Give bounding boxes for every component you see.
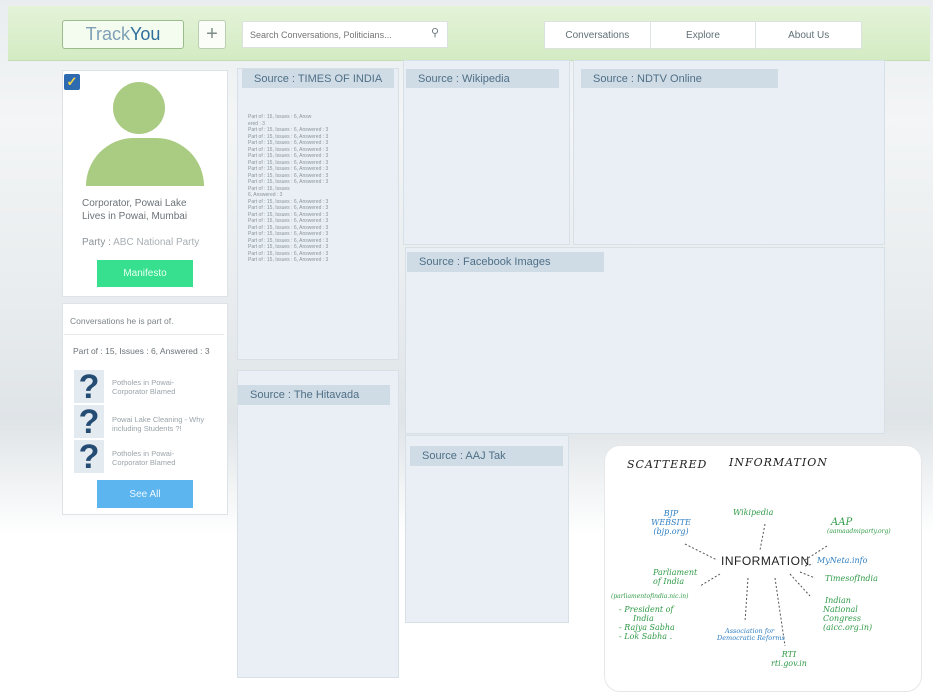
note-line: (parliamentofindia.nic.in): [611, 593, 689, 600]
profile-role: Corporator, Powai Lake: [82, 198, 187, 209]
party-value: ABC National Party: [113, 237, 200, 248]
search-bar[interactable]: ⚲: [242, 21, 448, 48]
conversation-item[interactable]: Potholes in Powai- Corporator Blamed: [112, 378, 222, 396]
note-line: AAP: [831, 517, 853, 528]
source-label-hitavada[interactable]: Source : The Hitavada: [238, 385, 390, 405]
main-nav: Conversations Explore About Us: [544, 21, 862, 49]
note-line: RTI: [781, 650, 797, 659]
inc-note: Indian National Congress (aicc.org.in): [823, 596, 872, 632]
nav-explore[interactable]: Explore: [651, 22, 757, 48]
parliament-note: Parliament of India (parliamentofindia.n…: [611, 568, 721, 641]
source-label-times[interactable]: Source : TIMES OF INDIA: [242, 69, 394, 88]
source-label-wikipedia[interactable]: Source : Wikipedia: [406, 69, 559, 88]
bjp-note: BJP WEBSITE (bjp.org): [651, 509, 691, 536]
conversation-item-line: Powai Lake Cleaning - Why: [112, 415, 205, 424]
note-line: India: [633, 614, 654, 623]
source-panel-facebook: [405, 247, 885, 434]
search-icon[interactable]: ⚲: [431, 26, 439, 39]
note-line: BJP: [663, 509, 679, 518]
party-line: Party : ABC National Party: [82, 237, 199, 248]
note-line: - President of: [619, 605, 674, 614]
aap-note: AAP (aamaadmiparty.org): [827, 518, 891, 536]
trackyou-logo[interactable]: Track You: [62, 20, 184, 49]
note-line: (aamaadmiparty.org): [827, 528, 891, 535]
manifesto-button[interactable]: Manifesto: [97, 260, 193, 287]
times-excerpts: Part of : 15, Issues : 6, Answ ered : 3 Pa…: [248, 114, 393, 264]
adr-note: Association for Democratic Reforms: [717, 628, 785, 642]
note-line: of India: [653, 577, 685, 586]
conversation-item[interactable]: Powai Lake Cleaning - Why including Stud…: [112, 415, 222, 433]
note-line: (aicc.org.in): [823, 623, 873, 632]
question-icon: ?: [74, 405, 104, 439]
plus-icon: +: [206, 23, 218, 45]
conversation-item-line: including Students ?!: [112, 424, 182, 433]
conversation-item-line: Corporator Blamed: [112, 387, 176, 396]
source-label-ndtv[interactable]: Source : NDTV Online: [581, 69, 778, 88]
add-button[interactable]: +: [198, 20, 226, 49]
note-line: Democratic Reforms: [717, 634, 785, 642]
note-line: - Rajya Sabha: [619, 623, 675, 632]
conversations-title: Conversations he is part of.: [70, 316, 174, 326]
myneta-note: MyNeta.info: [817, 556, 868, 565]
checkbox[interactable]: ✓: [64, 74, 80, 90]
conversation-item-line: Potholes in Powai-: [112, 449, 175, 458]
note-line: Indian: [825, 596, 851, 605]
check-icon: ✓: [66, 74, 78, 89]
note-line: WEBSITE: [651, 518, 691, 527]
search-input[interactable]: [243, 28, 422, 41]
note-line: Parliament: [653, 568, 698, 577]
toi-note: TimesofIndia: [825, 574, 878, 583]
nav-about-us[interactable]: About Us: [756, 22, 861, 48]
note-line: (bjp.org): [653, 527, 689, 536]
conversations-stats: Part of : 15, Issues : 6, Answered : 3: [73, 346, 210, 356]
note-line: National: [823, 605, 858, 614]
information-title: INFORMATION: [729, 456, 828, 469]
rti-note: RTI rti.gov.in: [769, 650, 809, 668]
times-excerpt-line: Part of : 15, Issues : 6, Answered : 3: [248, 257, 329, 263]
question-icon: ?: [74, 440, 104, 474]
party-label: Party :: [82, 237, 111, 248]
profile-description: Corporator, Powai Lake Lives in Powai, M…: [82, 197, 222, 223]
nav-conversations[interactable]: Conversations: [545, 22, 651, 48]
source-label-aajtak[interactable]: Source : AAJ Tak: [410, 446, 563, 466]
note-line: rti.gov.in: [771, 659, 807, 668]
logo-text: Track: [85, 24, 130, 44]
conversation-item[interactable]: Potholes in Powai- Corporator Blamed: [112, 449, 222, 467]
profile-location: Lives in Powai, Mumbai: [82, 211, 188, 222]
conversation-item-line: Potholes in Powai-: [112, 378, 175, 387]
note-line: Congress: [823, 614, 861, 623]
scattered-title: SCATTERED: [627, 458, 708, 471]
scattered-information-card: SCATTERED INFORMATION INFORMATION BJP WE…: [604, 445, 922, 692]
question-icon: ?: [74, 370, 104, 404]
see-all-button[interactable]: See All: [97, 480, 193, 508]
logo-text-accent: You: [129, 24, 161, 44]
divider: [64, 334, 224, 335]
wikipedia-note: Wikipedia: [733, 508, 774, 517]
source-label-facebook[interactable]: Source : Facebook Images: [407, 252, 604, 272]
conversation-item-line: Corporator Blamed: [112, 458, 176, 467]
note-line: - Lok Sabha .: [619, 632, 673, 641]
source-panel-hitavada: [237, 370, 399, 678]
information-center: INFORMATION: [721, 554, 810, 568]
avatar-head: [113, 82, 165, 134]
